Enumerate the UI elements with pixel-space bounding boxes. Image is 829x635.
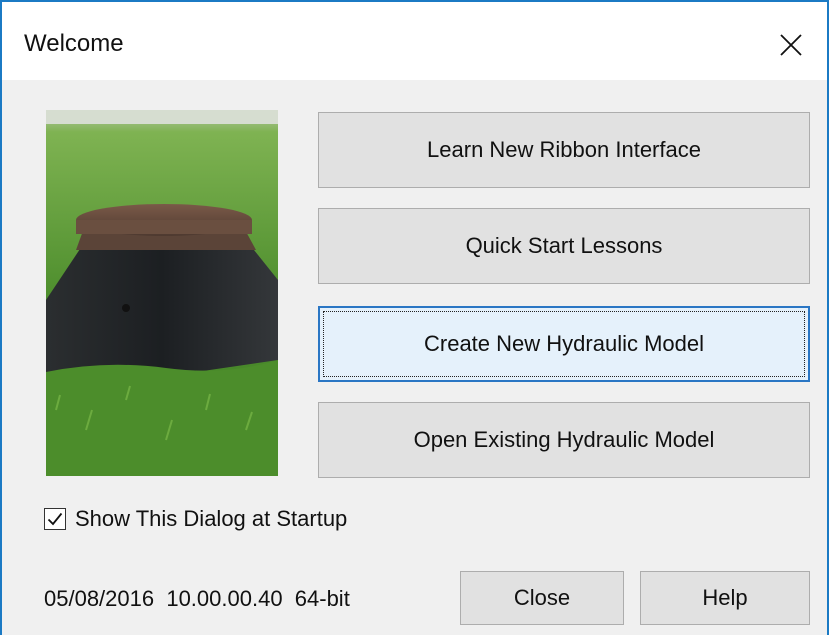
- close-button[interactable]: Close: [460, 571, 624, 625]
- create-hydraulic-model-label: Create New Hydraulic Model: [424, 331, 704, 356]
- help-button[interactable]: Help: [640, 571, 810, 625]
- manhole-photo-illustration: [46, 110, 278, 476]
- show-at-startup-checkbox[interactable]: [44, 508, 66, 530]
- version-info: 05/08/2016 10.00.00.40 64-bit: [44, 586, 350, 611]
- quick-start-lessons-button[interactable]: Quick Start Lessons: [318, 208, 810, 284]
- close-icon: [780, 34, 802, 56]
- close-window-button[interactable]: [768, 22, 814, 68]
- dialog-title: Welcome: [24, 30, 124, 57]
- checkmark-icon: [47, 512, 63, 526]
- welcome-image: [46, 110, 278, 476]
- open-hydraulic-model-button[interactable]: Open Existing Hydraulic Model: [318, 402, 810, 478]
- welcome-dialog: Welcome Learn New Ribbon Interface Quick…: [0, 0, 829, 635]
- title-bar: Welcome: [2, 2, 827, 80]
- show-at-startup-option[interactable]: Show This Dialog at Startup: [44, 504, 347, 534]
- create-hydraulic-model-button[interactable]: Create New Hydraulic Model: [318, 306, 810, 382]
- show-at-startup-label: Show This Dialog at Startup: [75, 506, 348, 531]
- learn-ribbon-button[interactable]: Learn New Ribbon Interface: [318, 112, 810, 188]
